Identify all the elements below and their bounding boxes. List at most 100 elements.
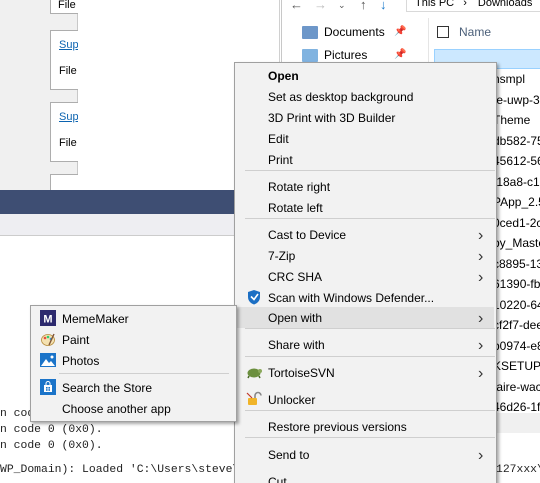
menu-item-send-to[interactable]: Send to › [237, 444, 494, 465]
menu-item-set-as-desktop-background[interactable]: Set as desktop background [237, 86, 494, 107]
menu-item-label: Edit [268, 131, 289, 146]
menu-separator [245, 356, 495, 357]
file-list-item[interactable]: KSETUP [493, 356, 540, 376]
open-with-item-photos[interactable]: Photos [33, 350, 234, 371]
menu-item-print[interactable]: Print [237, 149, 494, 170]
file-list-item[interactable]: c8895-13 [493, 254, 540, 274]
nav-item-label: Pictures [324, 48, 368, 62]
file-list-item[interactable]: nsmpl [493, 69, 525, 89]
menu-separator [245, 218, 495, 219]
photos-icon [40, 352, 56, 368]
menu-item-3d-print-with-3d-builder[interactable]: 3D Print with 3D Builder [237, 107, 494, 128]
menu-item-edit[interactable]: Edit [237, 128, 494, 149]
submenu-chevron-icon: › [478, 337, 484, 354]
dialog-panel-title-link[interactable]: Sup [59, 111, 79, 123]
file-list-item[interactable]: te-uwp-3 [493, 90, 540, 110]
context-menu: Open Set as desktop background 3D Print wi… [234, 62, 497, 483]
background-dialog: File Sup File Sup File [0, 0, 79, 194]
menu-item-rotate-right[interactable]: Rotate right [237, 176, 494, 197]
menu-item-label: Print [268, 152, 293, 167]
pin-icon[interactable]: 📌 [394, 26, 406, 37]
dialog-panel[interactable]: Sup File [50, 102, 79, 162]
menu-item-scan-with-windows-defender[interactable]: Scan with Windows Defender... [237, 287, 494, 308]
documents-icon [302, 25, 318, 39]
menu-item-label: Share with [268, 337, 325, 352]
menu-separator [245, 437, 495, 438]
recent-chevron-icon[interactable]: ⌄ [338, 0, 346, 11]
open-with-submenu: M MemeMaker Paint Photos Search the Store Cho… [30, 305, 237, 422]
file-list-item[interactable]: f18a8-c18 [493, 172, 540, 192]
menu-item-label: Rotate left [268, 200, 323, 215]
forward-arrow-icon[interactable]: → [314, 0, 327, 12]
menu-separator [245, 170, 495, 171]
file-list-item[interactable]: PApp_2.5 [493, 192, 540, 212]
menu-item-label: Paint [62, 332, 90, 347]
menu-item-label: MemeMaker [62, 311, 129, 326]
svg-text:M: M [43, 314, 52, 326]
nav-item-documents[interactable]: Documents [302, 22, 385, 42]
menu-item-rotate-left[interactable]: Rotate left [237, 197, 494, 218]
menu-item-label: Open with [268, 310, 323, 325]
menu-item-cut[interactable]: Cut [237, 471, 494, 483]
file-list-item[interactable]: 10220-64 [493, 295, 540, 315]
up-arrow-icon[interactable]: ↑ [360, 0, 367, 12]
menu-item-crc-sha[interactable]: CRC SHA › [237, 266, 494, 287]
open-with-item-paint[interactable]: Paint [33, 329, 234, 350]
file-list-item[interactable]: 61390-fb [493, 274, 540, 294]
open-with-item-search-the-store[interactable]: Search the Store [33, 377, 234, 398]
unlocker-icon [246, 391, 262, 407]
column-header-name[interactable]: Name [437, 22, 540, 42]
menu-item-tortoisesvn[interactable]: TortoiseSVN › [237, 362, 494, 383]
output-line: n code 0 (0x0). [0, 440, 103, 452]
download-arrow-icon: ↓ [380, 0, 387, 12]
file-list-item[interactable]: 45612-56 [493, 151, 540, 171]
output-line: WP_Domain): Loaded 'C:\Users\steve\A [0, 464, 247, 476]
menu-item-label: TortoiseSVN [268, 365, 335, 380]
menu-item-label: Restore previous versions [268, 419, 407, 434]
explorer-scrollbar[interactable] [497, 413, 540, 433]
submenu-chevron-icon: › [478, 248, 484, 265]
menu-item-open-with[interactable]: Open with › [237, 307, 494, 328]
submenu-chevron-icon: › [478, 365, 484, 382]
submenu-chevron-icon: › [478, 269, 484, 286]
menu-item-cast-to-device[interactable]: Cast to Device › [237, 224, 494, 245]
file-list-item[interactable]: db582-75 [493, 131, 540, 151]
menu-item-7-zip[interactable]: 7-Zip › [237, 245, 494, 266]
paint-icon [40, 331, 56, 347]
menu-item-open[interactable]: Open [237, 65, 494, 86]
menu-item-label: Photos [62, 353, 100, 368]
file-list-item[interactable]: Theme [493, 110, 530, 130]
menu-item-label: Search the Store [62, 380, 153, 395]
menu-item-label: Send to [268, 447, 310, 462]
menu-item-label: 3D Print with 3D Builder [268, 110, 396, 125]
breadcrumb-this-pc[interactable]: This PC [415, 0, 454, 9]
file-list-item[interactable]: taire-wac [493, 377, 540, 397]
open-with-item-choose-another-app[interactable]: Choose another app [33, 398, 234, 419]
file-list-item[interactable]: cf2f7-dee [493, 315, 540, 335]
store-icon [40, 379, 56, 395]
file-list-item[interactable]: 0ced1-2c [493, 213, 540, 233]
menu-separator [245, 410, 495, 411]
pictures-icon [302, 48, 318, 62]
menu-item-label: Unlocker [268, 392, 316, 407]
menu-item-label: Scan with Windows Defender... [268, 290, 435, 305]
dialog-panel-title-link[interactable]: Sup [59, 39, 79, 51]
menu-item-share-with[interactable]: Share with › [237, 334, 494, 355]
submenu-chevron-icon: › [478, 447, 484, 464]
address-bar[interactable]: This PC › Downloads [406, 0, 540, 12]
dialog-panel[interactable]: Sup File [50, 30, 79, 90]
menu-item-label: Cast to Device [268, 227, 347, 242]
menu-item-restore-previous-versions[interactable]: Restore previous versions [237, 416, 494, 437]
file-list-item[interactable]: b0974-e8 [493, 336, 540, 356]
file-list-item[interactable]: by_Maste [493, 233, 540, 253]
windows-defender-icon [246, 289, 262, 305]
pin-icon[interactable]: 📌 [394, 49, 406, 60]
menu-item-label: Rotate right [268, 179, 331, 194]
select-all-checkbox[interactable] [437, 26, 449, 38]
dialog-panel-file-label: File [59, 137, 77, 149]
breadcrumb-downloads[interactable]: Downloads [478, 0, 532, 9]
open-with-item-mememaker[interactable]: M MemeMaker [33, 308, 234, 329]
menu-item-unlocker[interactable]: Unlocker [237, 389, 494, 410]
mememaker-icon: M [40, 310, 56, 326]
back-arrow-icon[interactable]: ← [290, 0, 303, 12]
